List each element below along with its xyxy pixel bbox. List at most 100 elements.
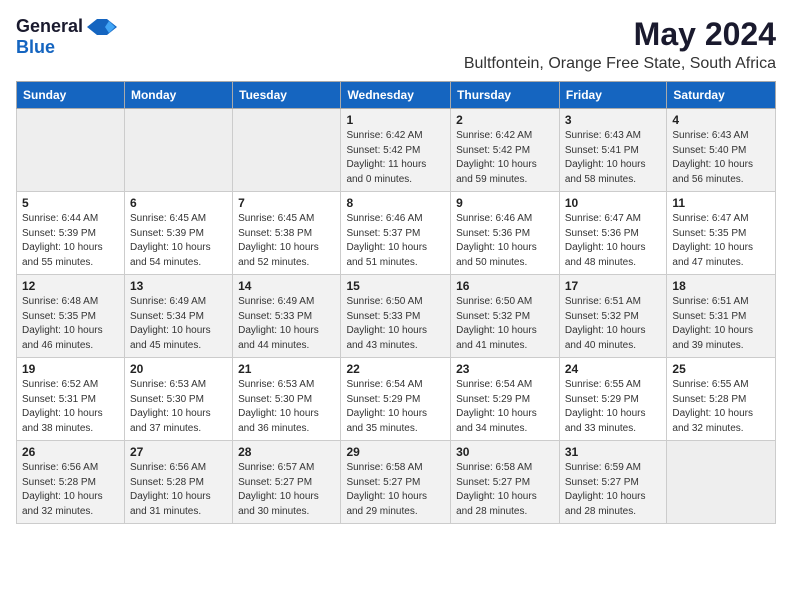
day-info: Sunrise: 6:50 AM Sunset: 5:33 PM Dayligh… bbox=[346, 295, 445, 353]
day-number: 25 bbox=[672, 362, 770, 376]
calendar-day-cell: 26 Sunrise: 6:56 AM Sunset: 5:28 PM Dayli… bbox=[17, 441, 125, 524]
calendar-week-row: 5 Sunrise: 6:44 AM Sunset: 5:39 PM Daylig… bbox=[17, 192, 776, 275]
day-number: 11 bbox=[672, 196, 770, 210]
calendar-day-cell: 23 Sunrise: 6:54 AM Sunset: 5:29 PM Dayli… bbox=[451, 358, 560, 441]
calendar-day-cell: 10 Sunrise: 6:47 AM Sunset: 5:36 PM Dayli… bbox=[559, 192, 667, 275]
calendar-day-cell: 5 Sunrise: 6:44 AM Sunset: 5:39 PM Daylig… bbox=[17, 192, 125, 275]
location-subtitle: Bultfontein, Orange Free State, South Af… bbox=[464, 55, 776, 73]
weekday-header-row: SundayMondayTuesdayWednesdayThursdayFrid… bbox=[17, 82, 776, 109]
day-info: Sunrise: 6:56 AM Sunset: 5:28 PM Dayligh… bbox=[22, 461, 119, 519]
day-number: 10 bbox=[565, 196, 662, 210]
day-number: 28 bbox=[238, 445, 335, 459]
calendar-day-cell bbox=[667, 441, 776, 524]
day-info: Sunrise: 6:53 AM Sunset: 5:30 PM Dayligh… bbox=[238, 378, 335, 436]
day-number: 1 bbox=[346, 113, 445, 127]
calendar-day-cell: 30Sunrise: 6:58 AM Sunset: 5:27 PM Dayli… bbox=[451, 441, 560, 524]
day-info: Sunrise: 6:51 AM Sunset: 5:32 PM Dayligh… bbox=[565, 295, 662, 353]
day-info: Sunrise: 6:49 AM Sunset: 5:33 PM Dayligh… bbox=[238, 295, 335, 353]
calendar-day-cell: 9Sunrise: 6:46 AM Sunset: 5:36 PM Daylig… bbox=[451, 192, 560, 275]
day-number: 14 bbox=[238, 279, 335, 293]
calendar-day-cell: 29 Sunrise: 6:58 AM Sunset: 5:27 PM Dayli… bbox=[341, 441, 451, 524]
day-number: 8 bbox=[346, 196, 445, 210]
day-info: Sunrise: 6:43 AM Sunset: 5:41 PM Dayligh… bbox=[565, 129, 662, 187]
day-info: Sunrise: 6:48 AM Sunset: 5:35 PM Dayligh… bbox=[22, 295, 119, 353]
day-number: 29 bbox=[346, 445, 445, 459]
day-number: 17 bbox=[565, 279, 662, 293]
day-number: 20 bbox=[130, 362, 227, 376]
day-number: 3 bbox=[565, 113, 662, 127]
calendar-day-cell: 28 Sunrise: 6:57 AM Sunset: 5:27 PM Dayli… bbox=[233, 441, 341, 524]
day-info: Sunrise: 6:47 AM Sunset: 5:36 PM Dayligh… bbox=[565, 212, 662, 270]
calendar-day-cell: 3 Sunrise: 6:43 AM Sunset: 5:41 PM Daylig… bbox=[559, 109, 667, 192]
day-number: 18 bbox=[672, 279, 770, 293]
calendar-week-row: 12 Sunrise: 6:48 AM Sunset: 5:35 PM Dayli… bbox=[17, 275, 776, 358]
weekday-header-friday: Friday bbox=[559, 82, 667, 109]
day-info: Sunrise: 6:42 AM Sunset: 5:42 PM Dayligh… bbox=[346, 129, 445, 187]
day-info: Sunrise: 6:52 AM Sunset: 5:31 PM Dayligh… bbox=[22, 378, 119, 436]
day-info: Sunrise: 6:57 AM Sunset: 5:27 PM Dayligh… bbox=[238, 461, 335, 519]
weekday-header-wednesday: Wednesday bbox=[341, 82, 451, 109]
day-info: Sunrise: 6:44 AM Sunset: 5:39 PM Dayligh… bbox=[22, 212, 119, 270]
calendar-day-cell: 21 Sunrise: 6:53 AM Sunset: 5:30 PM Dayli… bbox=[233, 358, 341, 441]
title-block: May 2024 Bultfontein, Orange Free State,… bbox=[464, 16, 776, 73]
day-number: 13 bbox=[130, 279, 227, 293]
day-info: Sunrise: 6:56 AM Sunset: 5:28 PM Dayligh… bbox=[130, 461, 227, 519]
day-number: 26 bbox=[22, 445, 119, 459]
calendar-day-cell: 19 Sunrise: 6:52 AM Sunset: 5:31 PM Dayli… bbox=[17, 358, 125, 441]
page-header: General Blue May 2024 Bultfontein, Orang… bbox=[16, 16, 776, 73]
day-info: Sunrise: 6:47 AM Sunset: 5:35 PM Dayligh… bbox=[672, 212, 770, 270]
day-info: Sunrise: 6:55 AM Sunset: 5:28 PM Dayligh… bbox=[672, 378, 770, 436]
calendar-day-cell bbox=[124, 109, 232, 192]
calendar-day-cell bbox=[17, 109, 125, 192]
day-info: Sunrise: 6:50 AM Sunset: 5:32 PM Dayligh… bbox=[456, 295, 554, 353]
day-number: 6 bbox=[130, 196, 227, 210]
calendar-week-row: 1 Sunrise: 6:42 AM Sunset: 5:42 PM Daylig… bbox=[17, 109, 776, 192]
day-number: 24 bbox=[565, 362, 662, 376]
calendar-day-cell: 20 Sunrise: 6:53 AM Sunset: 5:30 PM Dayli… bbox=[124, 358, 232, 441]
day-number: 15 bbox=[346, 279, 445, 293]
calendar-table: SundayMondayTuesdayWednesdayThursdayFrid… bbox=[16, 81, 776, 524]
calendar-day-cell: 31Sunrise: 6:59 AM Sunset: 5:27 PM Dayli… bbox=[559, 441, 667, 524]
calendar-day-cell: 24 Sunrise: 6:55 AM Sunset: 5:29 PM Dayli… bbox=[559, 358, 667, 441]
calendar-day-cell: 25 Sunrise: 6:55 AM Sunset: 5:28 PM Dayli… bbox=[667, 358, 776, 441]
day-info: Sunrise: 6:54 AM Sunset: 5:29 PM Dayligh… bbox=[456, 378, 554, 436]
calendar-day-cell: 27Sunrise: 6:56 AM Sunset: 5:28 PM Dayli… bbox=[124, 441, 232, 524]
day-number: 4 bbox=[672, 113, 770, 127]
day-info: Sunrise: 6:58 AM Sunset: 5:27 PM Dayligh… bbox=[456, 461, 554, 519]
day-info: Sunrise: 6:54 AM Sunset: 5:29 PM Dayligh… bbox=[346, 378, 445, 436]
day-number: 2 bbox=[456, 113, 554, 127]
day-number: 16 bbox=[456, 279, 554, 293]
day-number: 31 bbox=[565, 445, 662, 459]
calendar-day-cell: 22 Sunrise: 6:54 AM Sunset: 5:29 PM Dayli… bbox=[341, 358, 451, 441]
day-info: Sunrise: 6:49 AM Sunset: 5:34 PM Dayligh… bbox=[130, 295, 227, 353]
day-info: Sunrise: 6:58 AM Sunset: 5:27 PM Dayligh… bbox=[346, 461, 445, 519]
day-number: 21 bbox=[238, 362, 335, 376]
calendar-day-cell: 17 Sunrise: 6:51 AM Sunset: 5:32 PM Dayli… bbox=[559, 275, 667, 358]
weekday-header-saturday: Saturday bbox=[667, 82, 776, 109]
day-number: 12 bbox=[22, 279, 119, 293]
day-info: Sunrise: 6:46 AM Sunset: 5:37 PM Dayligh… bbox=[346, 212, 445, 270]
calendar-day-cell: 4 Sunrise: 6:43 AM Sunset: 5:40 PM Daylig… bbox=[667, 109, 776, 192]
weekday-header-tuesday: Tuesday bbox=[233, 82, 341, 109]
calendar-day-cell: 18Sunrise: 6:51 AM Sunset: 5:31 PM Dayli… bbox=[667, 275, 776, 358]
day-number: 7 bbox=[238, 196, 335, 210]
logo-blue-text: Blue bbox=[16, 37, 55, 58]
calendar-day-cell: 12 Sunrise: 6:48 AM Sunset: 5:35 PM Dayli… bbox=[17, 275, 125, 358]
logo-general-text: General bbox=[16, 16, 83, 37]
day-number: 19 bbox=[22, 362, 119, 376]
calendar-day-cell bbox=[233, 109, 341, 192]
calendar-week-row: 26 Sunrise: 6:56 AM Sunset: 5:28 PM Dayli… bbox=[17, 441, 776, 524]
calendar-day-cell: 8 Sunrise: 6:46 AM Sunset: 5:37 PM Daylig… bbox=[341, 192, 451, 275]
day-info: Sunrise: 6:55 AM Sunset: 5:29 PM Dayligh… bbox=[565, 378, 662, 436]
day-number: 23 bbox=[456, 362, 554, 376]
day-number: 22 bbox=[346, 362, 445, 376]
day-info: Sunrise: 6:43 AM Sunset: 5:40 PM Dayligh… bbox=[672, 129, 770, 187]
weekday-header-sunday: Sunday bbox=[17, 82, 125, 109]
day-info: Sunrise: 6:45 AM Sunset: 5:38 PM Dayligh… bbox=[238, 212, 335, 270]
weekday-header-thursday: Thursday bbox=[451, 82, 560, 109]
day-number: 5 bbox=[22, 196, 119, 210]
calendar-day-cell: 6Sunrise: 6:45 AM Sunset: 5:39 PM Daylig… bbox=[124, 192, 232, 275]
day-info: Sunrise: 6:53 AM Sunset: 5:30 PM Dayligh… bbox=[130, 378, 227, 436]
logo: General Blue bbox=[16, 16, 117, 58]
calendar-day-cell: 11 Sunrise: 6:47 AM Sunset: 5:35 PM Dayli… bbox=[667, 192, 776, 275]
